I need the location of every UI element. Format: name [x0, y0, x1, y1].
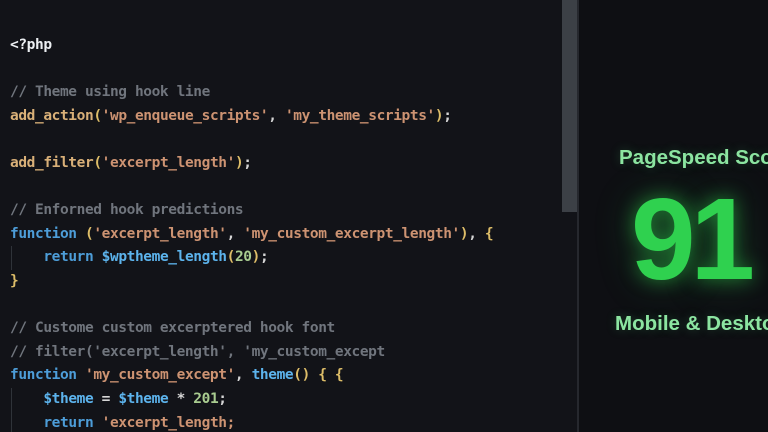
pagespeed-title: PageSpeed Score	[619, 146, 768, 169]
code-line[interactable]: // filter('excerpt_length', 'my_custom_e…	[10, 341, 562, 365]
editor-scrollbar-thumb[interactable]	[562, 0, 577, 212]
code-line[interactable]	[10, 128, 562, 152]
code-token: 'wp_enqueue_scripts'	[101, 107, 269, 124]
code-token: // Enforned hook predictions	[10, 202, 244, 219]
code-token: $wptheme_length	[101, 249, 227, 266]
code-line[interactable]: // Enforned hook predictions	[10, 199, 562, 223]
code-line[interactable]: function 'my_custom_except', theme() { {	[10, 364, 562, 388]
editor-scrollbar-track[interactable]	[561, 0, 577, 432]
code-line[interactable]: $theme = $theme * 201;	[10, 387, 562, 412]
code-line[interactable]: add_filter('excerpt_length');	[10, 152, 562, 176]
code-line[interactable]: // Theme using hook line	[10, 81, 562, 105]
code-token: $theme	[118, 390, 169, 407]
code-token: ;	[259, 249, 269, 266]
code-token: ,	[226, 225, 244, 242]
code-token: 20	[234, 249, 252, 266]
code-token: ,	[234, 367, 252, 384]
code-token: )	[434, 107, 444, 124]
code-line[interactable]: function ('excerpt_length', 'my_custom_e…	[10, 223, 562, 247]
code-token: // filter('excerpt_length', 'my_custom_e…	[10, 343, 385, 360]
code-line[interactable]: <?php	[10, 34, 562, 58]
code-editor[interactable]: <?php// Theme using hook line add_action(…	[0, 0, 562, 432]
code-lines: <?php// Theme using hook line add_action(…	[10, 34, 562, 432]
pagespeed-subtitle: Mobile & Desktop	[615, 312, 768, 335]
code-token: <?php	[10, 37, 52, 53]
code-token: )	[459, 225, 469, 242]
code-token: $theme	[43, 390, 94, 407]
code-token: theme	[251, 367, 294, 384]
indent-guide	[11, 387, 12, 412]
code-token: ,	[468, 225, 485, 242]
code-token: 'my_custom_except'	[84, 367, 235, 384]
pagespeed-score-value: 91	[631, 174, 755, 304]
code-token: function	[10, 225, 77, 242]
code-token: function	[10, 367, 77, 384]
code-token: add_action	[10, 107, 94, 124]
code-token: 'my_theme_scripts'	[284, 107, 435, 124]
code-token: return	[43, 414, 94, 431]
code-token: }	[10, 272, 19, 289]
code-token: 'excerpt_length'	[101, 154, 236, 171]
code-token: *	[168, 390, 194, 407]
code-token: { {	[318, 367, 344, 384]
code-token: ;	[243, 154, 252, 171]
code-token: 'my_custom_excerpt_length'	[243, 225, 460, 242]
code-token: // Custome custom excerptered hook font	[10, 320, 335, 337]
code-token: add_filter	[10, 154, 94, 171]
code-line[interactable]	[10, 58, 562, 82]
code-line[interactable]: // Custome custom excerptered hook font	[10, 317, 562, 341]
code-token: // Theme using hook line	[10, 84, 210, 101]
code-token: ;	[443, 107, 452, 124]
code-token: 'excerpt_length;	[101, 414, 236, 431]
code-token: return	[43, 249, 94, 266]
code-token: 201	[193, 390, 219, 407]
code-token: ()	[293, 367, 310, 384]
pagespeed-panel: PageSpeed Score 91 Mobile & Desktop	[577, 0, 768, 432]
code-line[interactable]: }	[10, 270, 562, 294]
code-token: (	[93, 154, 102, 171]
code-token: ;	[218, 390, 227, 407]
code-token: 'excerpt_length'	[93, 225, 227, 242]
code-token: )	[251, 249, 261, 266]
code-token: {	[484, 225, 494, 242]
code-token: (	[226, 249, 236, 266]
indent-guide	[11, 246, 12, 270]
code-line[interactable]: add_action('wp_enqueue_scripts', 'my_the…	[10, 105, 562, 129]
indent-guide	[11, 411, 12, 432]
code-token: (	[93, 107, 102, 124]
code-line[interactable]: return $wptheme_length(20);	[10, 246, 562, 270]
code-line[interactable]	[10, 294, 562, 318]
code-token: =	[93, 390, 119, 407]
code-token: ,	[268, 107, 285, 124]
code-line[interactable]: return 'excerpt_length;	[10, 411, 562, 432]
code-line[interactable]	[10, 176, 562, 200]
